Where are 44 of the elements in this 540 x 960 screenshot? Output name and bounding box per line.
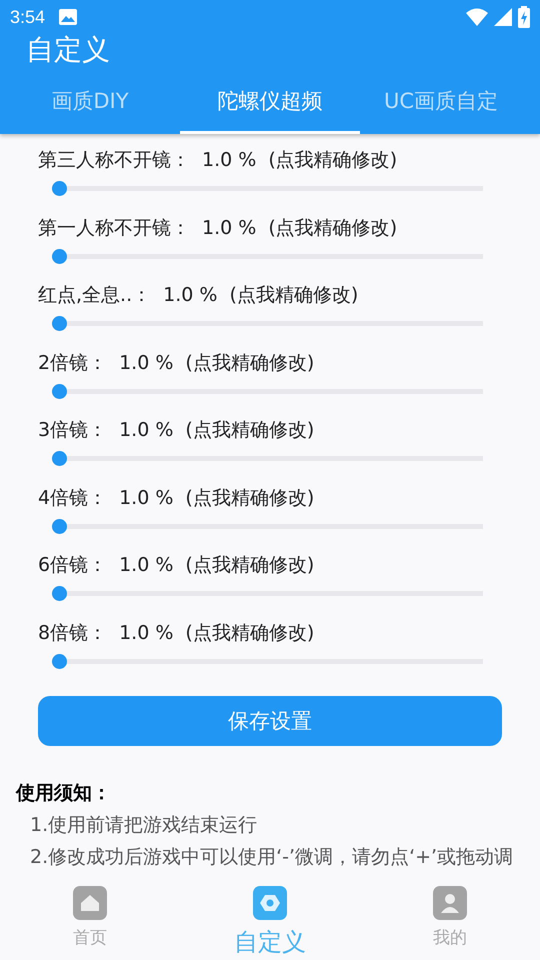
setting-value: 1.0 %: [119, 486, 174, 508]
slider-thumb[interactable]: [52, 248, 67, 264]
wifi-icon: [466, 8, 488, 26]
notice-text: 2.修改成功后游戏中可以使用‘-’微调，请勿点‘+’或拖动调: [29, 845, 514, 870]
edit-link[interactable]: (点我精确修改): [268, 147, 398, 173]
image-icon: [59, 9, 78, 25]
setting-label: 6倍镜：: [38, 553, 108, 578]
setting-value: 1.0 %: [119, 419, 174, 441]
slider-thumb[interactable]: [52, 384, 67, 398]
edit-link[interactable]: (点我精确修改): [185, 552, 314, 578]
edit-link[interactable]: (点我精确修改): [229, 282, 358, 308]
setting-label: 红点,全息..：: [38, 283, 152, 308]
setting-label: 第三人称不开镜：: [38, 148, 190, 173]
home-icon: [73, 886, 107, 920]
setting-value: 1.0 %: [202, 216, 256, 238]
notice-title: 使用须知：: [16, 781, 112, 806]
notice-text: 1.使用前请把游戏结束运行: [29, 813, 258, 838]
edit-link[interactable]: (点我精确修改): [185, 620, 314, 646]
setting-label: 3倍镜：: [38, 418, 108, 443]
setting-label: 4倍镜：: [38, 486, 108, 510]
slider-thumb[interactable]: [52, 518, 67, 534]
edit-link[interactable]: (点我精确修改): [185, 350, 314, 376]
edit-link[interactable]: (点我精确修改): [268, 214, 398, 240]
slider-thumb[interactable]: [52, 316, 67, 331]
battery-icon: [518, 6, 530, 28]
setting-value: 1.0 %: [202, 149, 256, 171]
custom-icon: [253, 886, 287, 920]
signal-icon: [494, 8, 512, 26]
slider-thumb[interactable]: [52, 181, 67, 196]
setting-value: 1.0 %: [119, 554, 174, 576]
setting-label: 8倍镜：: [38, 620, 108, 646]
setting-value: 1.0 %: [119, 352, 174, 374]
edit-link[interactable]: (点我精确修改): [185, 484, 314, 510]
status-time: 3:54: [10, 6, 46, 28]
slider-thumb[interactable]: [52, 451, 67, 466]
edit-link[interactable]: (点我精确修改): [185, 417, 314, 443]
slider-thumb[interactable]: [52, 586, 67, 601]
setting-value: 1.0 %: [119, 622, 174, 644]
slider-thumb[interactable]: [52, 654, 67, 668]
setting-label: 2倍镜：: [38, 350, 108, 376]
app-title: 自定义: [25, 34, 110, 68]
setting-value: 1.0 %: [163, 284, 218, 306]
profile-icon: [433, 886, 467, 920]
setting-label: 第一人称不开镜：: [38, 216, 190, 240]
